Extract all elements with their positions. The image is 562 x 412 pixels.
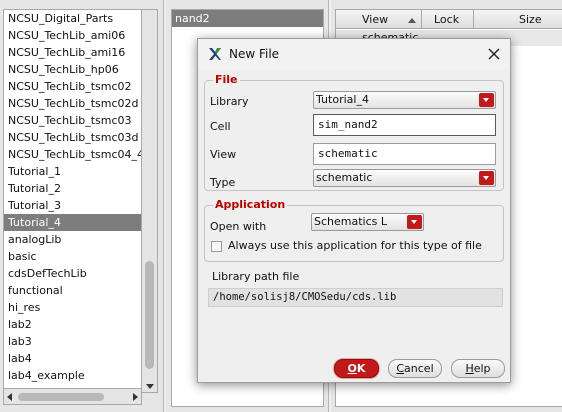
library-list-item[interactable]: NCSU_TechLib_tsmc02 <box>4 78 141 95</box>
view-label: View <box>210 148 237 161</box>
library-combobox-value: Tutorial_4 <box>316 93 369 106</box>
library-list-item[interactable]: NCSU_TechLib_tsmc04_4M <box>4 146 141 163</box>
scrollbar-thumb[interactable] <box>18 393 104 401</box>
ok-mnemonic: O <box>347 362 357 375</box>
column-header-view[interactable]: View <box>336 10 422 29</box>
dialog-title: New File <box>229 47 280 61</box>
library-path-label: Library path file <box>212 270 300 283</box>
library-path-field: /home/solisj8/CMOSedu/cds.lib <box>208 288 503 307</box>
library-horizontal-scrollbar[interactable] <box>3 388 142 405</box>
library-list-item[interactable]: Tutorial_2 <box>4 180 141 197</box>
cancel-button[interactable]: Cancel <box>388 359 442 378</box>
chevron-down-icon[interactable] <box>479 171 494 185</box>
column-header-lock[interactable]: Lock <box>422 10 474 29</box>
library-list-item[interactable]: lab3 <box>4 333 141 350</box>
scroll-down-arrow-icon[interactable] <box>146 384 154 389</box>
always-use-label[interactable]: Always use this application for this typ… <box>228 239 482 252</box>
file-group: File Library Tutorial_4 Cell sim_nand2 V… <box>204 74 504 191</box>
file-group-title: File <box>213 73 240 86</box>
column-header-view-label: View <box>362 13 389 26</box>
column-header-size[interactable]: Size <box>474 10 562 29</box>
library-list-item[interactable]: lab4 <box>4 350 141 367</box>
chevron-down-icon[interactable] <box>407 215 422 229</box>
help-label-rest: elp <box>473 362 491 375</box>
scroll-right-arrow-icon[interactable] <box>133 393 138 401</box>
cell-item-selected[interactable]: nand2 <box>172 10 323 27</box>
ok-button[interactable]: OK <box>334 359 379 378</box>
scrollbar-thumb[interactable] <box>145 261 154 369</box>
library-list-item[interactable]: basic <box>4 248 141 265</box>
cell-name-input[interactable]: sim_nand2 <box>313 114 496 136</box>
cancel-mnemonic: C <box>396 362 405 375</box>
open-with-label: Open with <box>210 220 267 233</box>
cell-label: Cell <box>210 120 231 133</box>
library-list-item[interactable]: lab2 <box>4 316 141 333</box>
cancel-label-rest: ancel <box>404 362 434 375</box>
column-header-size-label: Size <box>519 13 542 26</box>
library-panel: NCSU_Digital_Parts NCSU_TechLib_ami06 NCSU… <box>0 0 164 412</box>
library-list-item[interactable]: functional <box>4 282 141 299</box>
x-logo-icon <box>209 48 221 60</box>
type-combobox-value: schematic <box>316 171 373 184</box>
column-header-lock-label: Lock <box>434 13 460 26</box>
library-list-item[interactable]: cdsDefTechLib <box>4 265 141 282</box>
library-list-item[interactable]: analogLib <box>4 231 141 248</box>
view-name-input-value: schematic <box>318 147 378 160</box>
new-file-dialog: New File File Library Tutorial_4 Cell si… <box>197 38 511 383</box>
type-combobox[interactable]: schematic <box>313 169 496 187</box>
view-name-input[interactable]: schematic <box>313 143 496 165</box>
open-with-combobox[interactable]: Schematics L <box>311 213 424 231</box>
chevron-down-icon[interactable] <box>479 93 494 107</box>
library-list-item[interactable]: lab4_example <box>4 367 141 384</box>
library-list-item[interactable]: NCSU_TechLib_tsmc02d <box>4 95 141 112</box>
library-path-value: /home/solisj8/CMOSedu/cds.lib <box>213 291 397 303</box>
library-combobox[interactable]: Tutorial_4 <box>313 91 496 109</box>
library-list-item[interactable]: NCSU_TechLib_hp06 <box>4 61 141 78</box>
library-list-item[interactable]: Tutorial_3 <box>4 197 141 214</box>
ok-label-rest: K <box>356 362 366 375</box>
library-list-item[interactable]: NCSU_TechLib_ami06 <box>4 27 141 44</box>
application-group: Application Open with Schematics L Alway… <box>204 199 504 262</box>
help-button[interactable]: Help <box>451 359 505 378</box>
library-list-item[interactable]: Tutorial_4 <box>4 214 141 231</box>
scroll-left-arrow-icon[interactable] <box>7 393 12 401</box>
dialog-titlebar[interactable]: New File <box>198 39 510 69</box>
library-list-item[interactable]: hi_res <box>4 299 141 316</box>
library-list-item[interactable]: NCSU_TechLib_tsmc03d <box>4 129 141 146</box>
library-vertical-scrollbar[interactable] <box>142 9 158 393</box>
library-list-item[interactable]: NCSU_TechLib_tsmc03 <box>4 112 141 129</box>
library-list-item[interactable]: NCSU_TechLib_ami16 <box>4 44 141 61</box>
always-use-checkbox[interactable] <box>211 241 222 252</box>
library-label: Library <box>210 95 249 108</box>
close-icon[interactable] <box>486 46 502 62</box>
library-list-item[interactable]: NCSU_Digital_Parts <box>4 10 141 27</box>
help-mnemonic: H <box>465 362 474 375</box>
library-list-item[interactable]: Tutorial_1 <box>4 163 141 180</box>
type-label: Type <box>210 176 236 189</box>
sort-ascending-icon <box>408 18 416 23</box>
library-list[interactable]: NCSU_Digital_Parts NCSU_TechLib_ami06 NCSU… <box>3 9 142 393</box>
open-with-combobox-value: Schematics L <box>314 215 387 228</box>
cell-name-input-value: sim_nand2 <box>318 118 378 131</box>
application-group-title: Application <box>213 198 288 211</box>
